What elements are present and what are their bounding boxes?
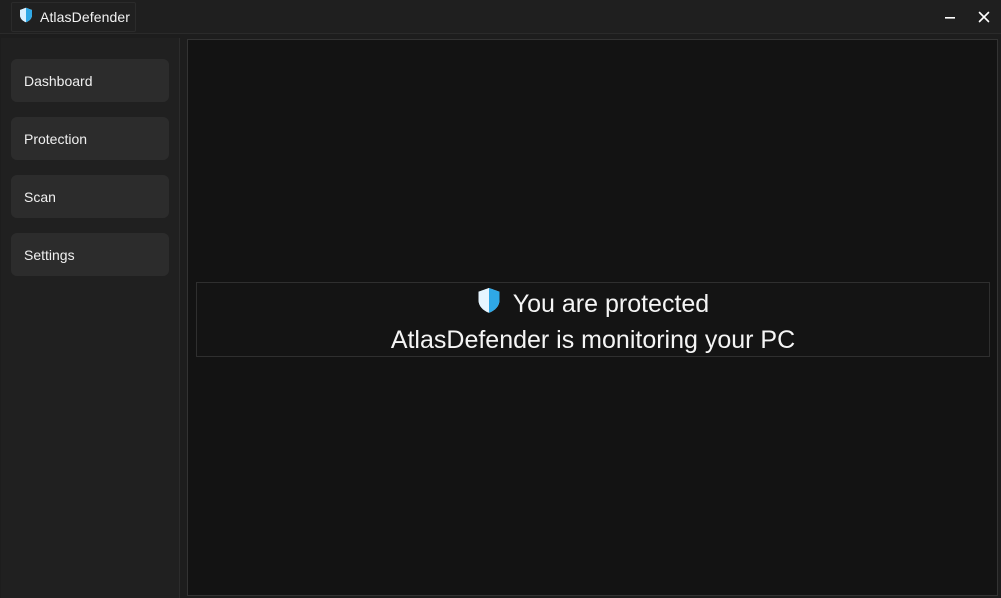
title-bar[interactable]: AtlasDefender	[0, 0, 1001, 34]
protection-status-panel: You are protected AtlasDefender is monit…	[196, 282, 990, 357]
sidebar-item-label: Scan	[24, 188, 56, 205]
minimize-icon	[944, 11, 956, 23]
sidebar-item-scan[interactable]: Scan	[11, 175, 169, 218]
sidebar-item-label: Dashboard	[24, 72, 93, 89]
close-button[interactable]	[967, 0, 1001, 33]
close-icon	[978, 11, 990, 23]
sidebar-item-settings[interactable]: Settings	[11, 233, 169, 276]
app-window: AtlasDefender Dashboard Protection Scan …	[0, 0, 1001, 598]
status-headline-row: You are protected	[197, 288, 989, 320]
app-title-area: AtlasDefender	[11, 2, 137, 32]
sidebar-item-dashboard[interactable]: Dashboard	[11, 59, 169, 102]
app-title: AtlasDefender	[40, 9, 131, 25]
sidebar-item-protection[interactable]: Protection	[11, 117, 169, 160]
status-subtext: AtlasDefender is monitoring your PC	[390, 326, 796, 354]
sidebar-item-label: Settings	[24, 246, 75, 263]
shield-icon	[19, 7, 33, 28]
status-headline: You are protected	[512, 289, 710, 318]
main-content: You are protected AtlasDefender is monit…	[187, 39, 998, 596]
window-controls	[933, 0, 1001, 33]
sidebar-item-label: Protection	[24, 130, 88, 147]
minimize-button[interactable]	[933, 0, 967, 33]
sidebar: Dashboard Protection Scan Settings	[1, 38, 180, 598]
shield-icon	[477, 287, 501, 321]
